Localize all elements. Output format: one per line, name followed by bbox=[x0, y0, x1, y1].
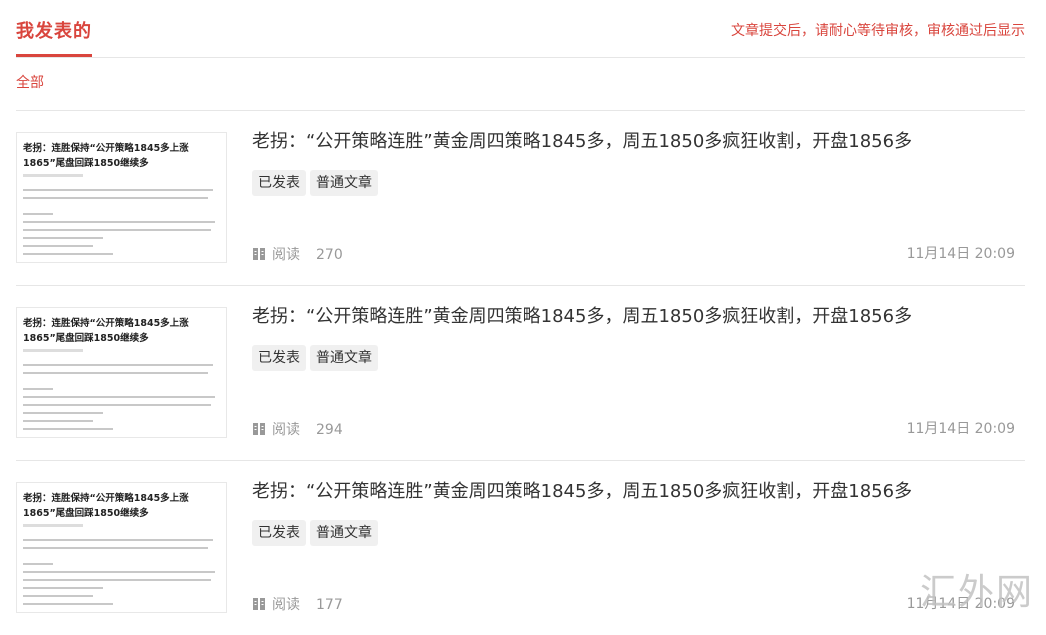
article-item: 老拐：连胜保持“公开策略1845多上涨1865”尾盘回踩1850继续多 老拐：“… bbox=[16, 111, 1025, 286]
review-notice: 文章提交后，请耐心等待审核，审核通过后显示 bbox=[731, 23, 1025, 39]
read-stats: 阅读 294 bbox=[252, 420, 343, 440]
thumbnail-text-line bbox=[23, 563, 53, 565]
read-count: 177 bbox=[316, 597, 343, 613]
thumbnail-text-line bbox=[23, 412, 103, 414]
article-tags: 已发表 普通文章 bbox=[252, 170, 382, 196]
tab-my-published[interactable]: 我发表的 bbox=[16, 20, 92, 57]
thumbnail-text-line bbox=[23, 245, 93, 247]
thumbnail-meta bbox=[23, 349, 83, 352]
read-count: 270 bbox=[316, 247, 343, 263]
thumbnail-text-line bbox=[23, 595, 93, 597]
thumbnail-text-line bbox=[23, 428, 113, 430]
thumbnail-text-line bbox=[23, 364, 213, 366]
type-badge: 普通文章 bbox=[310, 170, 378, 196]
read-label: 阅读 bbox=[272, 597, 300, 613]
read-stats: 阅读 177 bbox=[252, 595, 343, 615]
thumbnail-title: 老拐：连胜保持“公开策略1845多上涨1865”尾盘回踩1850继续多 bbox=[23, 143, 189, 169]
read-label: 阅读 bbox=[272, 247, 300, 263]
status-badge: 已发表 bbox=[252, 345, 306, 371]
thumbnail-text-line bbox=[23, 404, 211, 406]
article-title[interactable]: 老拐：“公开策略连胜”黄金周四策略1845多，周五1850多疯狂收割，开盘185… bbox=[252, 129, 912, 155]
article-thumbnail[interactable]: 老拐：连胜保持“公开策略1845多上涨1865”尾盘回踩1850继续多 bbox=[16, 132, 227, 263]
book-icon bbox=[253, 598, 265, 610]
thumbnail-text-line bbox=[23, 237, 103, 239]
thumbnail-meta bbox=[23, 174, 83, 177]
article-title[interactable]: 老拐：“公开策略连胜”黄金周四策略1845多，周五1850多疯狂收割，开盘185… bbox=[252, 304, 912, 330]
thumbnail-text-line bbox=[23, 229, 211, 231]
thumbnail-text-line bbox=[23, 539, 213, 541]
page-header: 我发表的 文章提交后，请耐心等待审核，审核通过后显示 bbox=[16, 0, 1025, 58]
read-stats: 阅读 270 bbox=[252, 245, 343, 265]
thumbnail-text-line bbox=[23, 189, 213, 191]
article-item: 老拐：连胜保持“公开策略1845多上涨1865”尾盘回踩1850继续多 老拐：“… bbox=[16, 286, 1025, 461]
read-label: 阅读 bbox=[272, 422, 300, 438]
publish-date: 11月14日 20:09 bbox=[906, 421, 1015, 437]
thumbnail-text-line bbox=[23, 603, 113, 605]
book-icon bbox=[253, 248, 265, 260]
article-thumbnail[interactable]: 老拐：连胜保持“公开策略1845多上涨1865”尾盘回踩1850继续多 bbox=[16, 307, 227, 438]
thumbnail-text-line bbox=[23, 396, 215, 398]
thumbnail-title: 老拐：连胜保持“公开策略1845多上涨1865”尾盘回踩1850继续多 bbox=[23, 318, 189, 344]
thumbnail-text-line bbox=[23, 587, 103, 589]
article-tags: 已发表 普通文章 bbox=[252, 345, 382, 371]
thumbnail-text-line bbox=[23, 420, 93, 422]
thumbnail-text-line bbox=[23, 221, 215, 223]
book-icon bbox=[253, 423, 265, 435]
thumbnail-text-line bbox=[23, 197, 208, 199]
article-thumbnail[interactable]: 老拐：连胜保持“公开策略1845多上涨1865”尾盘回踩1850继续多 bbox=[16, 482, 227, 613]
thumbnail-text-line bbox=[23, 547, 208, 549]
thumbnail-text-line bbox=[23, 372, 208, 374]
thumbnail-title: 老拐：连胜保持“公开策略1845多上涨1865”尾盘回踩1850继续多 bbox=[23, 493, 189, 519]
status-badge: 已发表 bbox=[252, 170, 306, 196]
article-list: 老拐：连胜保持“公开策略1845多上涨1865”尾盘回踩1850继续多 老拐：“… bbox=[16, 111, 1025, 635]
filter-all[interactable]: 全部 bbox=[16, 73, 44, 93]
type-badge: 普通文章 bbox=[310, 520, 378, 546]
thumbnail-meta bbox=[23, 524, 83, 527]
article-tags: 已发表 普通文章 bbox=[252, 520, 382, 546]
read-count: 294 bbox=[316, 422, 343, 438]
thumbnail-text-line bbox=[23, 253, 113, 255]
status-badge: 已发表 bbox=[252, 520, 306, 546]
thumbnail-text-line bbox=[23, 571, 215, 573]
thumbnail-text-line bbox=[23, 213, 53, 215]
publish-date: 11月14日 20:09 bbox=[906, 246, 1015, 262]
article-item: 老拐：连胜保持“公开策略1845多上涨1865”尾盘回踩1850继续多 老拐：“… bbox=[16, 461, 1025, 635]
thumbnail-text-line bbox=[23, 388, 53, 390]
thumbnail-text-line bbox=[23, 579, 211, 581]
site-watermark: 汇外网 bbox=[919, 572, 1034, 613]
article-title[interactable]: 老拐：“公开策略连胜”黄金周四策略1845多，周五1850多疯狂收割，开盘185… bbox=[252, 479, 912, 505]
type-badge: 普通文章 bbox=[310, 345, 378, 371]
